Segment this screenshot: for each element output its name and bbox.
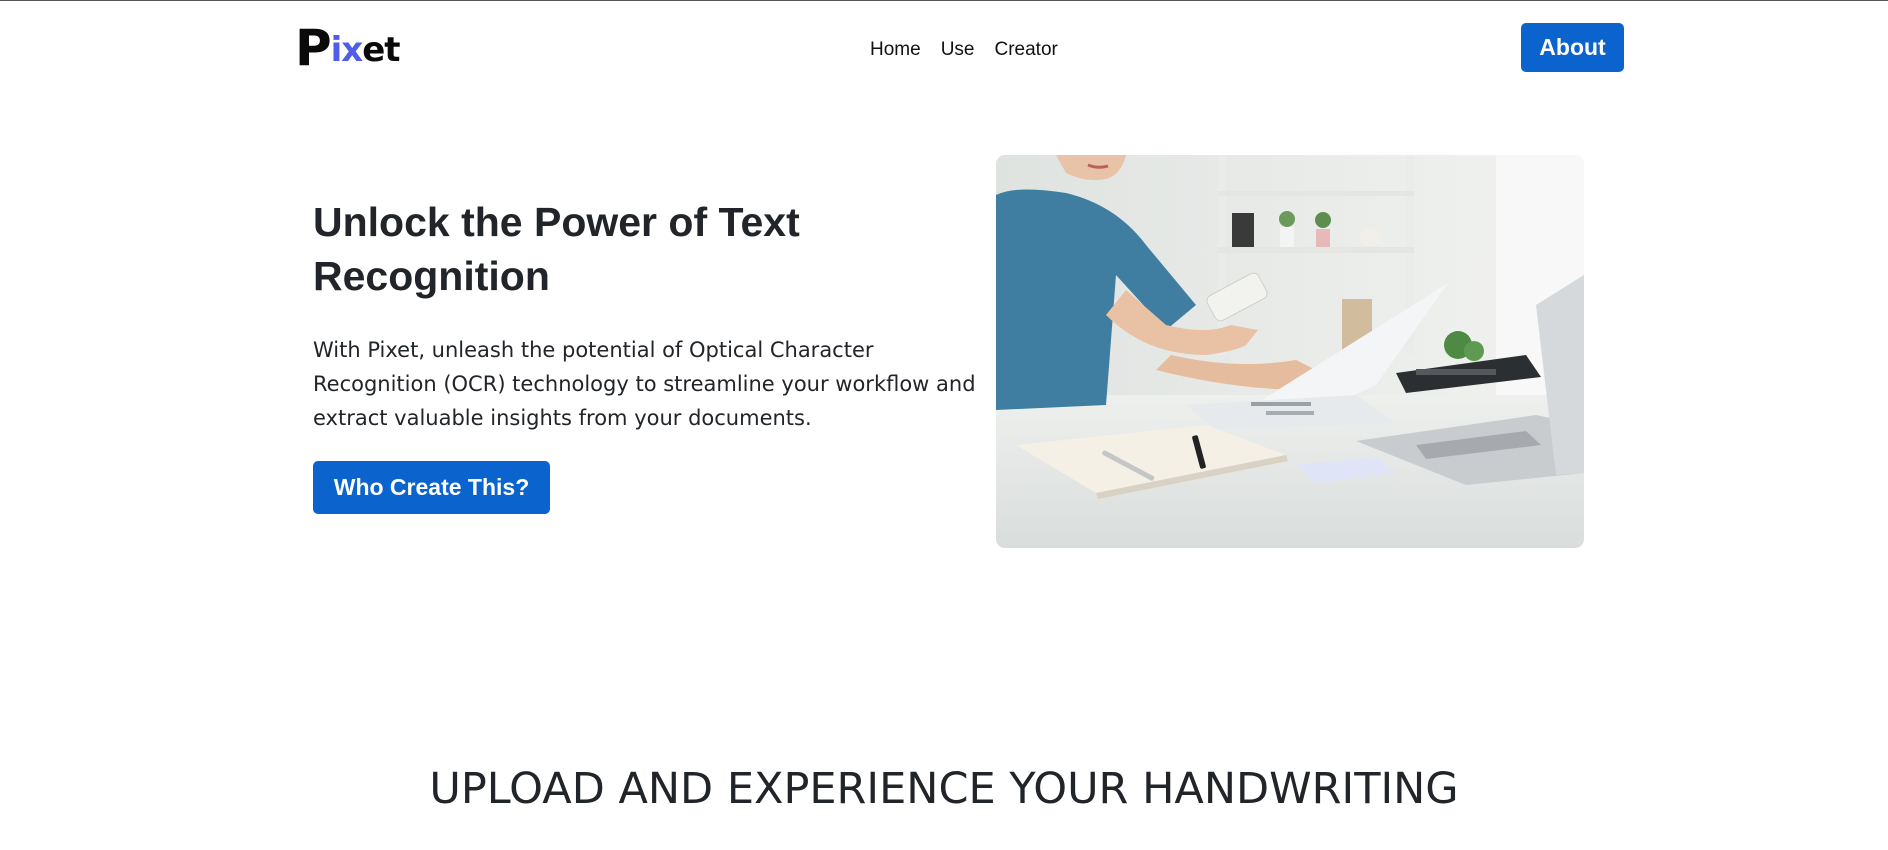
logo-letter-p: P (295, 19, 332, 77)
nav-links: Home Use Creator (860, 39, 1068, 61)
hero-photo-illustration (996, 155, 1584, 548)
pixet-logo[interactable]: P ixet (295, 19, 401, 77)
hero-image (996, 155, 1584, 548)
hero-title: Unlock the Power of Text Recognition (313, 199, 800, 299)
about-button[interactable]: About (1521, 23, 1624, 72)
hero-description: With Pixet, unleash the potential of Opt… (313, 338, 976, 430)
logo-tail: et (362, 30, 400, 70)
upload-section-heading: UPLOAD AND EXPERIENCE YOUR HANDWRITING (429, 764, 1459, 814)
hero-text: Unlock the Power of Text Recognition Wit… (313, 195, 993, 435)
who-create-this-button[interactable]: Who Create This? (313, 461, 550, 514)
nav-link-home[interactable]: Home (860, 39, 931, 61)
nav-link-creator[interactable]: Creator (984, 39, 1067, 61)
logo-accent: ix (330, 30, 364, 70)
navbar: P ixet Home Use Creator About (0, 1, 1888, 101)
logo-rest: ixet (330, 30, 401, 70)
nav-link-use[interactable]: Use (931, 39, 985, 61)
